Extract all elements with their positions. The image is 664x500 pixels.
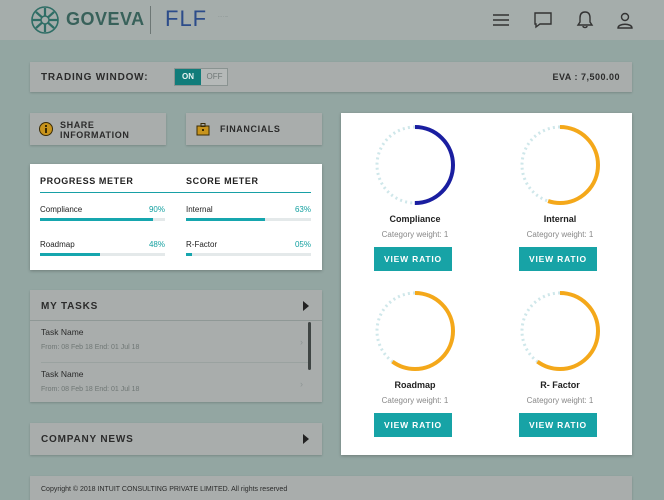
meter-fill [40,253,100,256]
trading-window-bar: TRADING WINDOW: ON OFF EVA : 7,500.00 [30,62,632,92]
meter-fill [186,253,193,256]
financials-button[interactable]: FINANCIALS [186,113,322,145]
partner-logo: FLF [165,6,208,31]
toggle-on[interactable]: ON [175,69,201,85]
ratio-title: R- Factor [540,380,580,390]
share-information-button[interactable]: SHARE INFORMATION [30,113,166,145]
meter-track [40,253,165,256]
chat-icon[interactable] [533,10,553,30]
app-header: GOVEVA FLF ··· ···· [0,0,664,40]
goveva-logo-icon[interactable] [30,6,60,34]
ratio-gauge [375,125,455,205]
meter-label: Compliance [40,205,83,214]
financials-label: FINANCIALS [220,124,281,134]
meter-label: Internal [186,205,213,214]
ratio-title: Compliance [389,214,441,224]
meter-fill [40,218,153,221]
briefcase-icon [196,123,210,136]
meter-fill [186,218,265,221]
ratio-weight: Category weight: 1 [381,230,449,239]
task-name: Task Name [41,369,84,379]
ratio-gauge [520,291,600,371]
brand-name: GOVEVA [66,9,145,29]
ratio-title: Roadmap [394,380,436,390]
ratio-gauge [520,125,600,205]
footer: Copyright © 2018 INTUIT CONSULTING PRIVA… [30,476,632,500]
share-information-label: SHARE INFORMATION [60,120,130,140]
ratio-weight: Category weight: 1 [526,396,594,405]
toggle-off[interactable]: OFF [202,69,227,85]
progress-meter-title: PROGRESS METER [40,176,134,186]
ratio-weight: Category weight: 1 [526,230,594,239]
ratio-weight: Category weight: 1 [381,396,449,405]
expand-arrow-icon[interactable] [303,301,309,311]
bell-icon[interactable] [575,10,595,30]
meter-percent: 63% [294,205,311,214]
copyright-text: Copyright © 2018 INTUIT CONSULTING PRIVA… [41,486,288,493]
ratio-card-roadmap: Roadmap Category weight: 1 VIEW RATIO [341,279,471,439]
meter-percent: 48% [148,240,165,249]
trading-window-toggle[interactable]: ON OFF [174,68,228,86]
menu-icon[interactable] [491,10,511,30]
my-tasks-title: MY TASKS [41,301,99,312]
score-meter-title: SCORE METER [186,176,259,186]
task-divider [41,362,311,363]
meter-label: Roadmap [40,240,75,249]
partner-logo-subtext: ··· ···· [218,14,229,19]
meter-percent: 90% [148,205,165,214]
task-item[interactable]: Task Name From: 08 Feb 18 End: 01 Jul 18… [41,369,303,393]
header-divider [150,6,151,34]
company-news-title: COMPANY NEWS [41,434,134,445]
task-item[interactable]: Task Name From: 08 Feb 18 End: 01 Jul 18… [41,327,303,351]
meter-track [186,218,311,221]
task-dates: From: 08 Feb 18 End: 01 Jul 18 [41,344,140,351]
meter-percent: 05% [294,240,311,249]
view-ratio-button[interactable]: VIEW RATIO [519,413,597,437]
meter-track [40,218,165,221]
meter-label: R-Factor [186,240,218,249]
task-name: Task Name [41,327,84,337]
ratio-title: Internal [543,214,577,224]
task-dates: From: 08 Feb 18 End: 01 Jul 18 [41,386,140,393]
eva-balance: EVA : 7,500.00 [552,72,620,82]
view-ratio-button[interactable]: VIEW RATIO [374,247,452,271]
trading-window-label: TRADING WINDOW: [41,72,149,83]
ratio-card-internal: Internal Category weight: 1 VIEW RATIO [486,113,616,273]
my-tasks-panel: MY TASKS Task Name From: 08 Feb 18 End: … [30,290,322,402]
view-ratio-button[interactable]: VIEW RATIO [519,247,597,271]
chevron-right-icon: › [300,379,303,389]
info-icon [39,122,53,136]
ratio-card-compliance: Compliance Category weight: 1 VIEW RATIO [341,113,471,273]
user-icon[interactable] [615,10,635,30]
meters-panel: PROGRESS METER SCORE METER Compliance 90… [30,164,322,270]
company-news-panel[interactable]: COMPANY NEWS [30,423,322,455]
chevron-right-icon: › [300,337,303,347]
ratio-card-r-factor: R- Factor Category weight: 1 VIEW RATIO [486,279,616,439]
view-ratio-button[interactable]: VIEW RATIO [374,413,452,437]
meter-track [186,253,311,256]
ratio-gauge [375,291,455,371]
meter-divider [40,192,311,193]
expand-arrow-icon[interactable] [303,434,309,444]
tasks-scrollbar[interactable] [308,322,311,370]
ratios-panel: Compliance Category weight: 1 VIEW RATIO… [341,113,632,455]
tasks-divider [30,320,322,321]
